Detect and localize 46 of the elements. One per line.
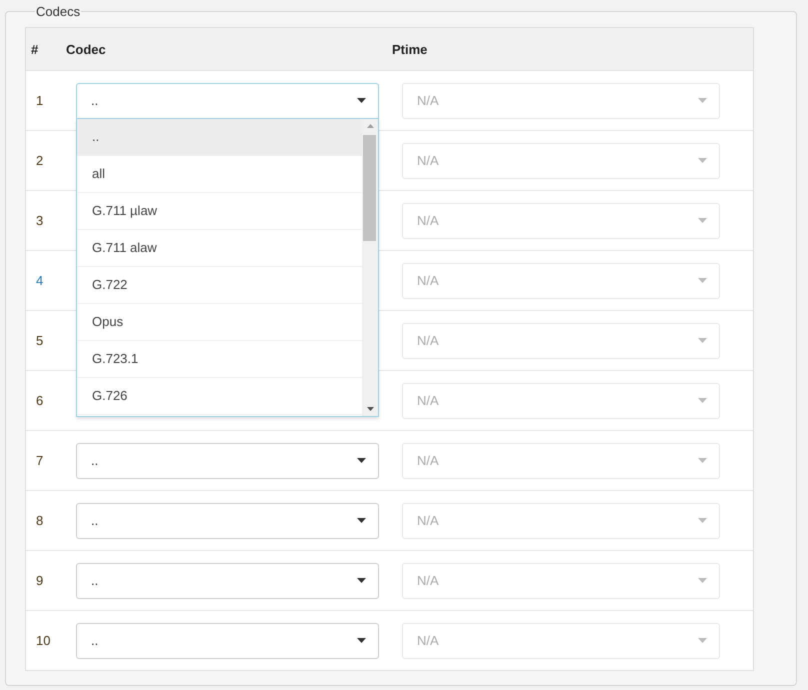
caret-icon (698, 278, 707, 283)
dropdown-option[interactable]: G.711 alaw (77, 230, 362, 266)
dropdown-option[interactable]: Opus (77, 304, 362, 340)
caret-icon (698, 638, 707, 643)
row-number: 7 (36, 453, 44, 468)
row-number: 5 (36, 333, 44, 348)
row-number: 9 (36, 573, 44, 588)
caret-icon (698, 158, 707, 163)
caret-icon (698, 398, 707, 403)
caret-icon (357, 638, 366, 643)
row-number: 4 (36, 273, 44, 288)
column-header: Codec (66, 42, 107, 56)
codec-select[interactable]: .. (76, 622, 379, 658)
codec-select[interactable]: .. (76, 562, 379, 598)
dropdown-option[interactable]: all (77, 156, 362, 192)
codec-select[interactable]: .. (76, 502, 379, 538)
dropdown-option[interactable]: G.723.1 (77, 340, 362, 378)
codec-select[interactable]: .. (76, 442, 379, 478)
scroll-up-icon[interactable] (366, 124, 374, 128)
column-header: # (31, 42, 40, 56)
row-number: 6 (36, 393, 44, 408)
caret-icon (698, 218, 707, 223)
caret-icon (357, 518, 366, 523)
caret-icon (357, 98, 366, 103)
caret-icon (698, 338, 707, 343)
caret-icon (357, 458, 366, 463)
caret-icon (698, 578, 707, 583)
dropdown-option[interactable]: G.711 µlaw (77, 192, 362, 230)
column-header: Ptime (392, 42, 428, 56)
dropdown-option[interactable]: G.722 (77, 266, 362, 304)
row-number: 2 (36, 153, 44, 168)
row-number: 8 (36, 513, 44, 528)
row-number: 10 (36, 633, 52, 648)
dropdown-option[interactable]: .. (77, 118, 362, 156)
row-number: 1 (36, 93, 44, 108)
scrollbar-thumb[interactable] (363, 134, 376, 240)
row-number: 3 (36, 213, 44, 228)
caret-icon (698, 98, 707, 103)
codec-select[interactable]: .. (76, 82, 379, 118)
caret-icon (698, 458, 707, 463)
scrollbar[interactable] (362, 118, 378, 416)
caret-icon (357, 578, 366, 583)
caret-icon (698, 518, 707, 523)
dropdown-option[interactable]: G.726 (77, 378, 362, 414)
scroll-down-icon[interactable] (366, 406, 374, 410)
panel-legend: Codecs (35, 4, 82, 19)
